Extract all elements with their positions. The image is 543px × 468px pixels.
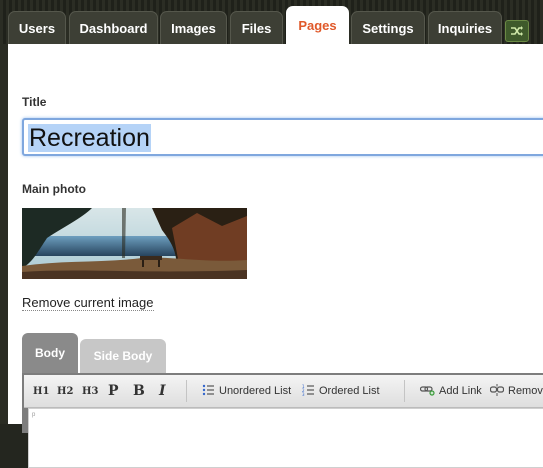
editor-tab-side-body[interactable]: Side Body: [80, 339, 166, 373]
title-value: Recreation: [28, 124, 151, 152]
tab-label: Images: [171, 20, 216, 36]
tab-settings[interactable]: Settings: [351, 11, 425, 44]
tab-files[interactable]: Files: [230, 11, 283, 44]
tab-pages[interactable]: Pages: [286, 6, 349, 44]
tab-images[interactable]: Images: [160, 11, 227, 44]
page-edit-panel: Title Recreation Main photo Remove curre…: [8, 44, 543, 468]
toolbar-divider: [404, 380, 405, 402]
tab-label: Settings: [362, 20, 414, 36]
remove-link-button[interactable]: Remove: [489, 375, 543, 407]
remove-image-link[interactable]: Remove current image: [22, 295, 154, 311]
add-link-icon: [419, 384, 435, 399]
toolbar-divider: [186, 380, 187, 402]
tab-users[interactable]: Users: [8, 11, 66, 44]
editor-toolbar: H1 H2 H3 P B I Unordered List 123 Ordere…: [24, 375, 543, 408]
tab-inquiries[interactable]: Inquiries: [428, 11, 502, 44]
paragraph-marker: p: [32, 412, 36, 418]
tab-label: Users: [18, 20, 56, 36]
unlink-icon: [489, 383, 505, 399]
ordered-list-button[interactable]: 123 Ordered List: [302, 375, 380, 407]
add-link-label: Add Link: [439, 385, 482, 397]
body-editor-area[interactable]: p: [28, 408, 543, 468]
paragraph-button[interactable]: P: [108, 375, 119, 407]
editor-tab-label: Side Body: [93, 349, 153, 363]
bold-button[interactable]: B: [133, 375, 145, 407]
main-photo-image: [22, 208, 247, 279]
ordered-list-icon: 123: [302, 384, 314, 399]
remove-link-label: Remove: [508, 385, 543, 397]
tab-label: Files: [241, 20, 272, 36]
svg-text:3: 3: [302, 392, 305, 396]
tab-dashboard[interactable]: Dashboard: [69, 11, 158, 44]
h1-button[interactable]: H1: [33, 375, 49, 407]
main-photo-label: Main photo: [22, 182, 86, 196]
h2-button[interactable]: H2: [57, 375, 73, 407]
unordered-list-button[interactable]: Unordered List: [202, 375, 291, 407]
ordered-list-label: Ordered List: [319, 385, 380, 397]
left-border: [0, 44, 8, 424]
unordered-list-icon: [202, 384, 214, 399]
shuffle-icon[interactable]: [505, 20, 529, 42]
tab-label: Dashboard: [79, 20, 148, 36]
tab-label: Inquiries: [437, 20, 493, 36]
h3-button[interactable]: H3: [82, 375, 98, 407]
add-link-button[interactable]: Add Link: [419, 375, 482, 407]
italic-button[interactable]: I: [159, 375, 166, 407]
editor-tab-label: Body: [35, 346, 65, 360]
title-label: Title: [22, 95, 47, 109]
unordered-list-label: Unordered List: [219, 385, 292, 397]
editor-tab-body[interactable]: Body: [22, 333, 78, 373]
title-field[interactable]: Recreation: [22, 118, 543, 156]
tab-label: Pages: [298, 18, 337, 33]
